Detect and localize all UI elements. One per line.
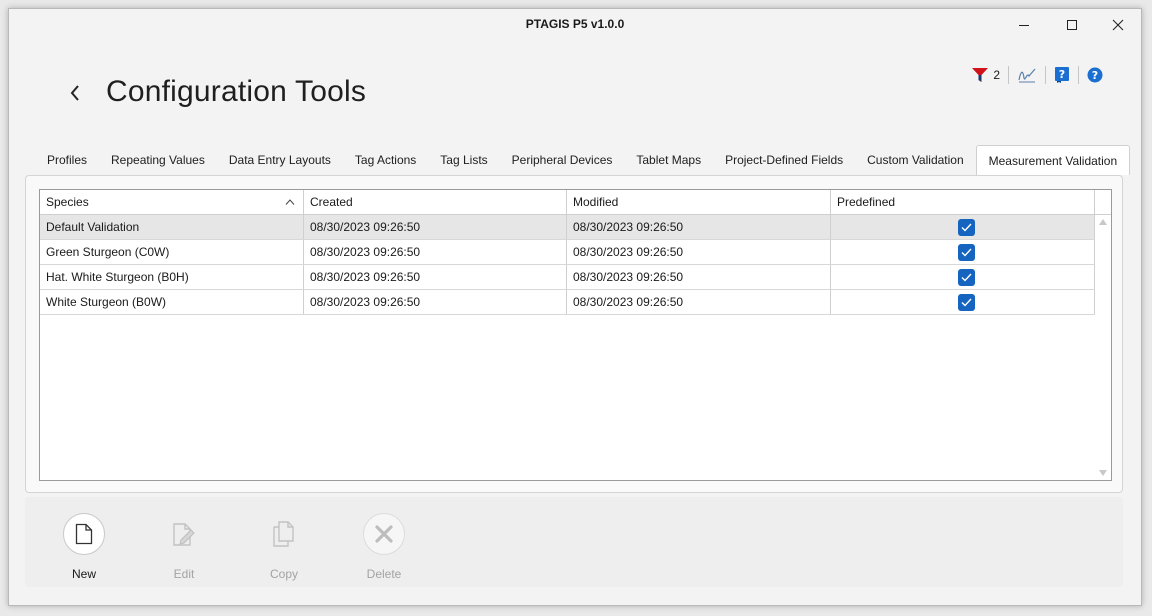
tab-tag-actions[interactable]: Tag Actions [343,145,428,175]
validation-grid[interactable]: Species Created Modified Predefined Defa [39,189,1112,481]
sort-ascending-icon [285,199,295,205]
app-window: PTAGIS P5 v1.0.0 2 ? ? Configuration Too… [8,8,1142,606]
delete-button-circle[interactable] [363,513,405,555]
help-book-icon: ? [1055,67,1069,83]
scroll-up-icon[interactable] [1099,219,1107,225]
checkmark-icon [961,223,972,232]
table-row[interactable]: Green Sturgeon (C0W) 08/30/2023 09:26:50… [40,240,1111,265]
column-header-predefined[interactable]: Predefined [831,190,1095,214]
grid-header: Species Created Modified Predefined [40,190,1111,215]
back-button[interactable] [65,81,85,105]
tab-data-entry-layouts[interactable]: Data Entry Layouts [217,145,343,175]
copy-label: Copy [269,567,298,581]
help-book-button[interactable]: ? [1046,65,1078,85]
app-title: PTAGIS P5 v1.0.0 [525,17,625,31]
cell-species: Green Sturgeon (C0W) [40,240,304,264]
checkmark-icon [961,248,972,257]
cell-predefined [831,265,1095,289]
column-header-created[interactable]: Created [304,190,567,214]
minimize-button[interactable] [1012,15,1036,35]
signature-button[interactable] [1009,65,1045,85]
copy-document-icon [273,521,294,547]
column-header-spacer [1095,190,1111,214]
tab-peripheral-devices[interactable]: Peripheral Devices [500,145,625,175]
svg-text:?: ? [1059,68,1065,81]
table-row[interactable]: White Sturgeon (B0W) 08/30/2023 09:26:50… [40,290,1111,315]
edit-label: Edit [173,567,195,581]
column-header-modified[interactable]: Modified [567,190,831,214]
signature-icon [1018,68,1036,83]
cell-modified: 08/30/2023 09:26:50 [567,240,831,264]
table-row[interactable]: Default Validation 08/30/2023 09:26:50 0… [40,215,1111,240]
cell-predefined [831,215,1095,239]
cell-created: 08/30/2023 09:26:50 [304,265,567,289]
predefined-checkbox[interactable] [958,218,975,236]
tab-custom-validation[interactable]: Custom Validation [855,145,976,175]
copy-button[interactable]: Copy [254,513,314,581]
delete-label: Delete [366,567,402,581]
delete-x-icon [375,525,393,543]
filter-count: 2 [993,68,1000,82]
help-circle-button[interactable]: ? [1079,65,1111,85]
column-header-label: Modified [573,195,619,209]
close-button[interactable] [1106,15,1130,35]
predefined-checkbox[interactable] [958,293,975,311]
cell-species: Default Validation [40,215,304,239]
filter-button[interactable]: 2 [963,65,1008,85]
tab-tablet-maps[interactable]: Tablet Maps [624,145,713,175]
cell-created: 08/30/2023 09:26:50 [304,290,567,314]
new-button-circle[interactable] [63,513,105,555]
delete-button[interactable]: Delete [354,513,414,581]
tab-profiles[interactable]: Profiles [35,145,99,175]
action-toolbar: New Edit Copy Delete [25,497,1123,587]
checkmark-icon [961,298,972,307]
filter-icon [972,68,989,82]
new-label: New [71,567,96,581]
cell-modified: 08/30/2023 09:26:50 [567,215,831,239]
column-header-label: Created [310,195,353,209]
scroll-down-icon[interactable] [1099,470,1107,476]
cell-created: 08/30/2023 09:26:50 [304,240,567,264]
close-icon [1112,19,1124,31]
tab-bar: Profiles Repeating Values Data Entry Lay… [35,145,1131,175]
tab-repeating-values[interactable]: Repeating Values [99,145,217,175]
cell-species: Hat. White Sturgeon (B0H) [40,265,304,289]
cell-modified: 08/30/2023 09:26:50 [567,290,831,314]
maximize-button[interactable] [1060,15,1084,35]
vertical-scrollbar[interactable] [1095,215,1111,480]
title-bar[interactable]: PTAGIS P5 v1.0.0 [9,9,1141,39]
edit-document-icon [173,523,195,546]
column-header-label: Predefined [837,195,896,209]
table-row[interactable]: Hat. White Sturgeon (B0H) 08/30/2023 09:… [40,265,1111,290]
page-title: Configuration Tools [106,75,367,108]
cell-predefined [831,290,1095,314]
chevron-left-icon [70,85,79,101]
tab-tag-lists[interactable]: Tag Lists [428,145,499,175]
cell-modified: 08/30/2023 09:26:50 [567,265,831,289]
tab-project-defined-fields[interactable]: Project-Defined Fields [713,145,855,175]
cell-created: 08/30/2023 09:26:50 [304,215,567,239]
predefined-checkbox[interactable] [958,243,975,261]
maximize-icon [1067,20,1077,30]
tab-content-panel: Species Created Modified Predefined Defa [25,175,1123,493]
cell-species: White Sturgeon (B0W) [40,290,304,314]
edit-button[interactable]: Edit [154,513,214,581]
copy-button-circle[interactable] [263,513,305,555]
new-button[interactable]: New [54,513,114,581]
checkmark-icon [961,273,972,282]
predefined-checkbox[interactable] [958,268,975,286]
cell-predefined [831,240,1095,264]
minimize-icon [1019,25,1029,26]
column-header-label: Species [46,195,89,209]
header-icons: 2 ? ? [963,65,1111,85]
svg-text:?: ? [1092,69,1098,82]
tab-measurement-validation[interactable]: Measurement Validation [975,145,1131,175]
new-document-icon [75,523,93,545]
help-circle-icon: ? [1087,67,1103,83]
column-header-species[interactable]: Species [40,190,304,214]
edit-button-circle[interactable] [163,513,205,555]
